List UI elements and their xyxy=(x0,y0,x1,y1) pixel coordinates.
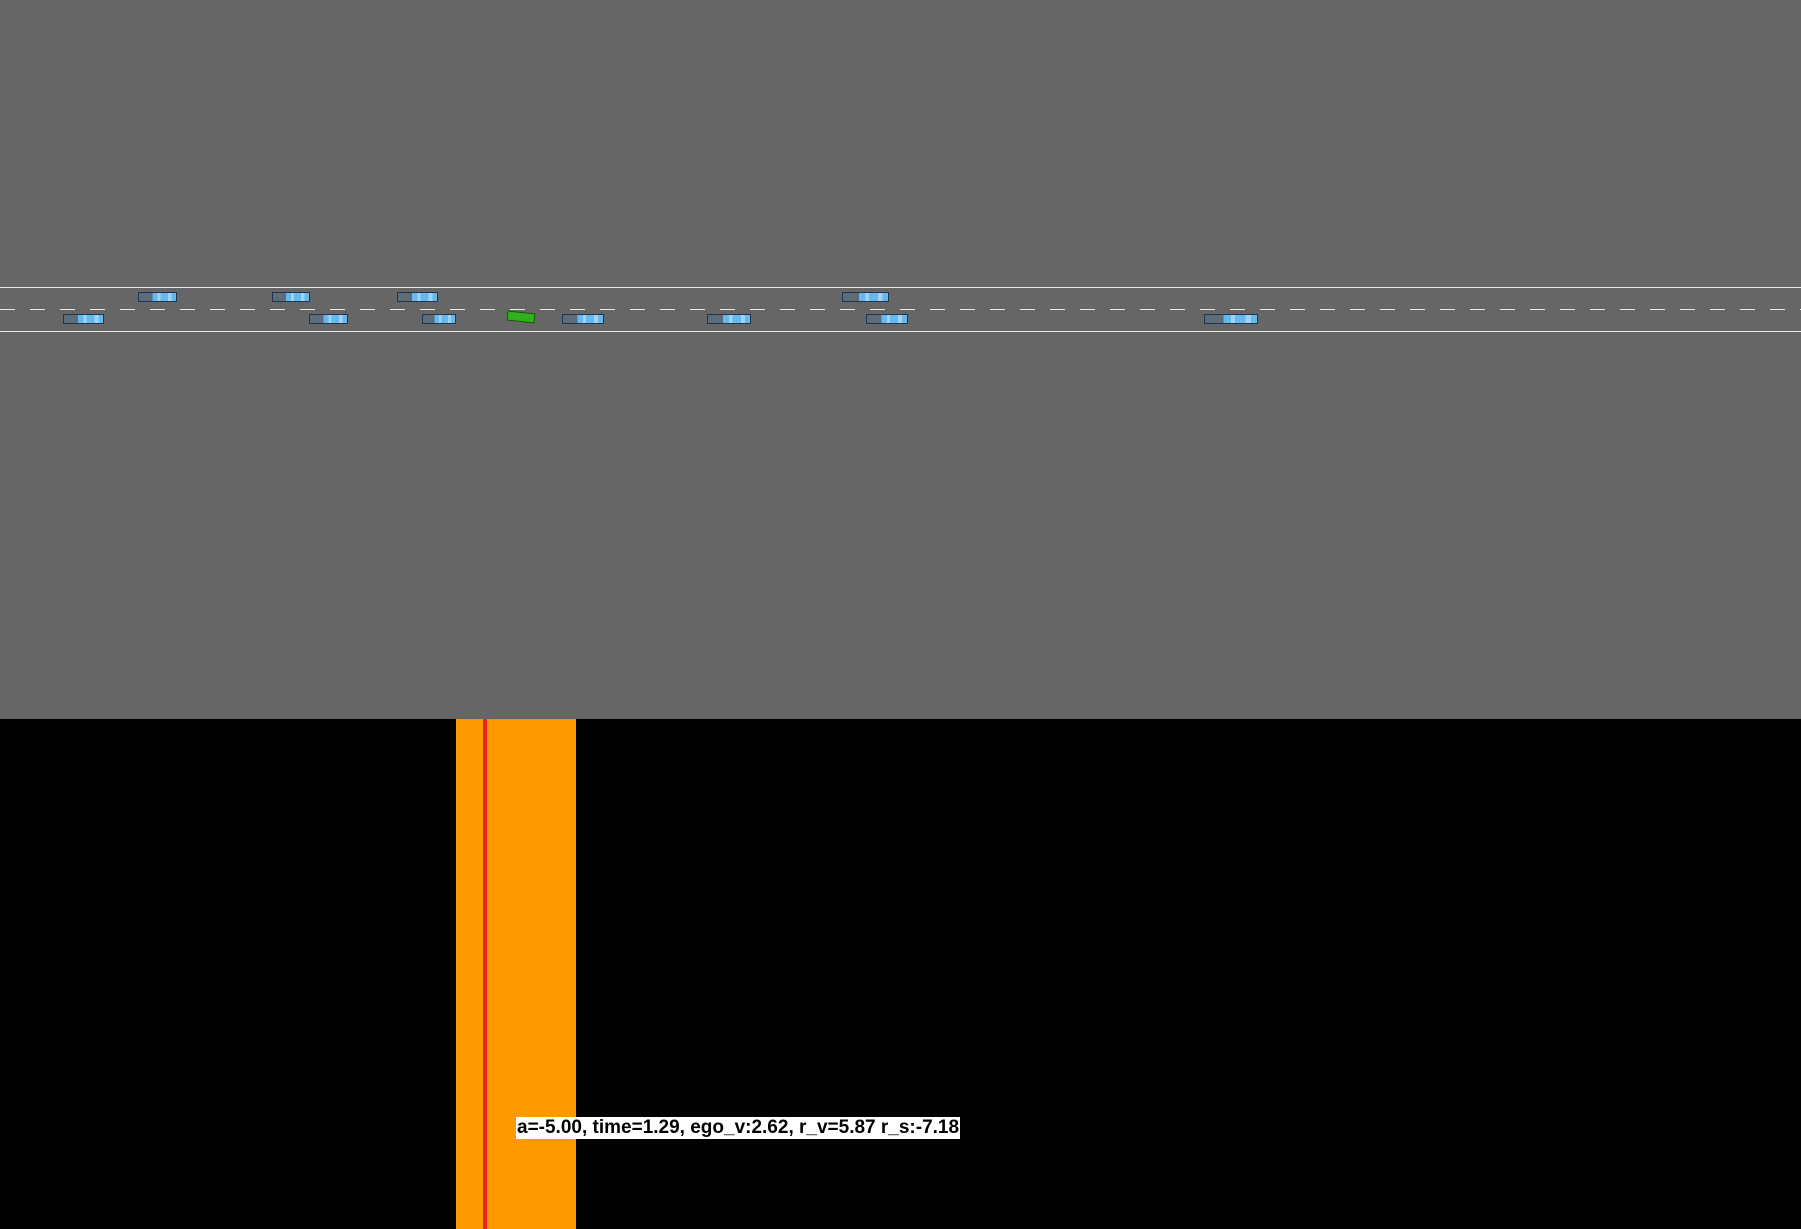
vehicle xyxy=(138,292,177,302)
vehicle xyxy=(422,314,456,324)
vehicle xyxy=(63,314,104,324)
vehicle xyxy=(562,314,604,324)
lane-divider xyxy=(0,309,1801,310)
vehicle xyxy=(309,314,348,324)
vehicle xyxy=(866,314,908,324)
ego-vehicle xyxy=(506,310,536,324)
highlight-band xyxy=(456,719,576,1229)
info-panel: a=-5.00, time=1.29, ego_v:2.62, r_v=5.87… xyxy=(0,719,1801,1229)
road-scene xyxy=(0,0,1801,719)
vehicle xyxy=(707,314,751,324)
position-marker xyxy=(483,719,487,1229)
road-edge-bottom xyxy=(0,331,1801,332)
vehicle xyxy=(842,292,889,302)
road-edge-top xyxy=(0,287,1801,288)
vehicle xyxy=(1204,314,1258,324)
vehicle xyxy=(397,292,438,302)
vehicle xyxy=(272,292,310,302)
status-readout: a=-5.00, time=1.29, ego_v:2.62, r_v=5.87… xyxy=(516,1117,961,1139)
